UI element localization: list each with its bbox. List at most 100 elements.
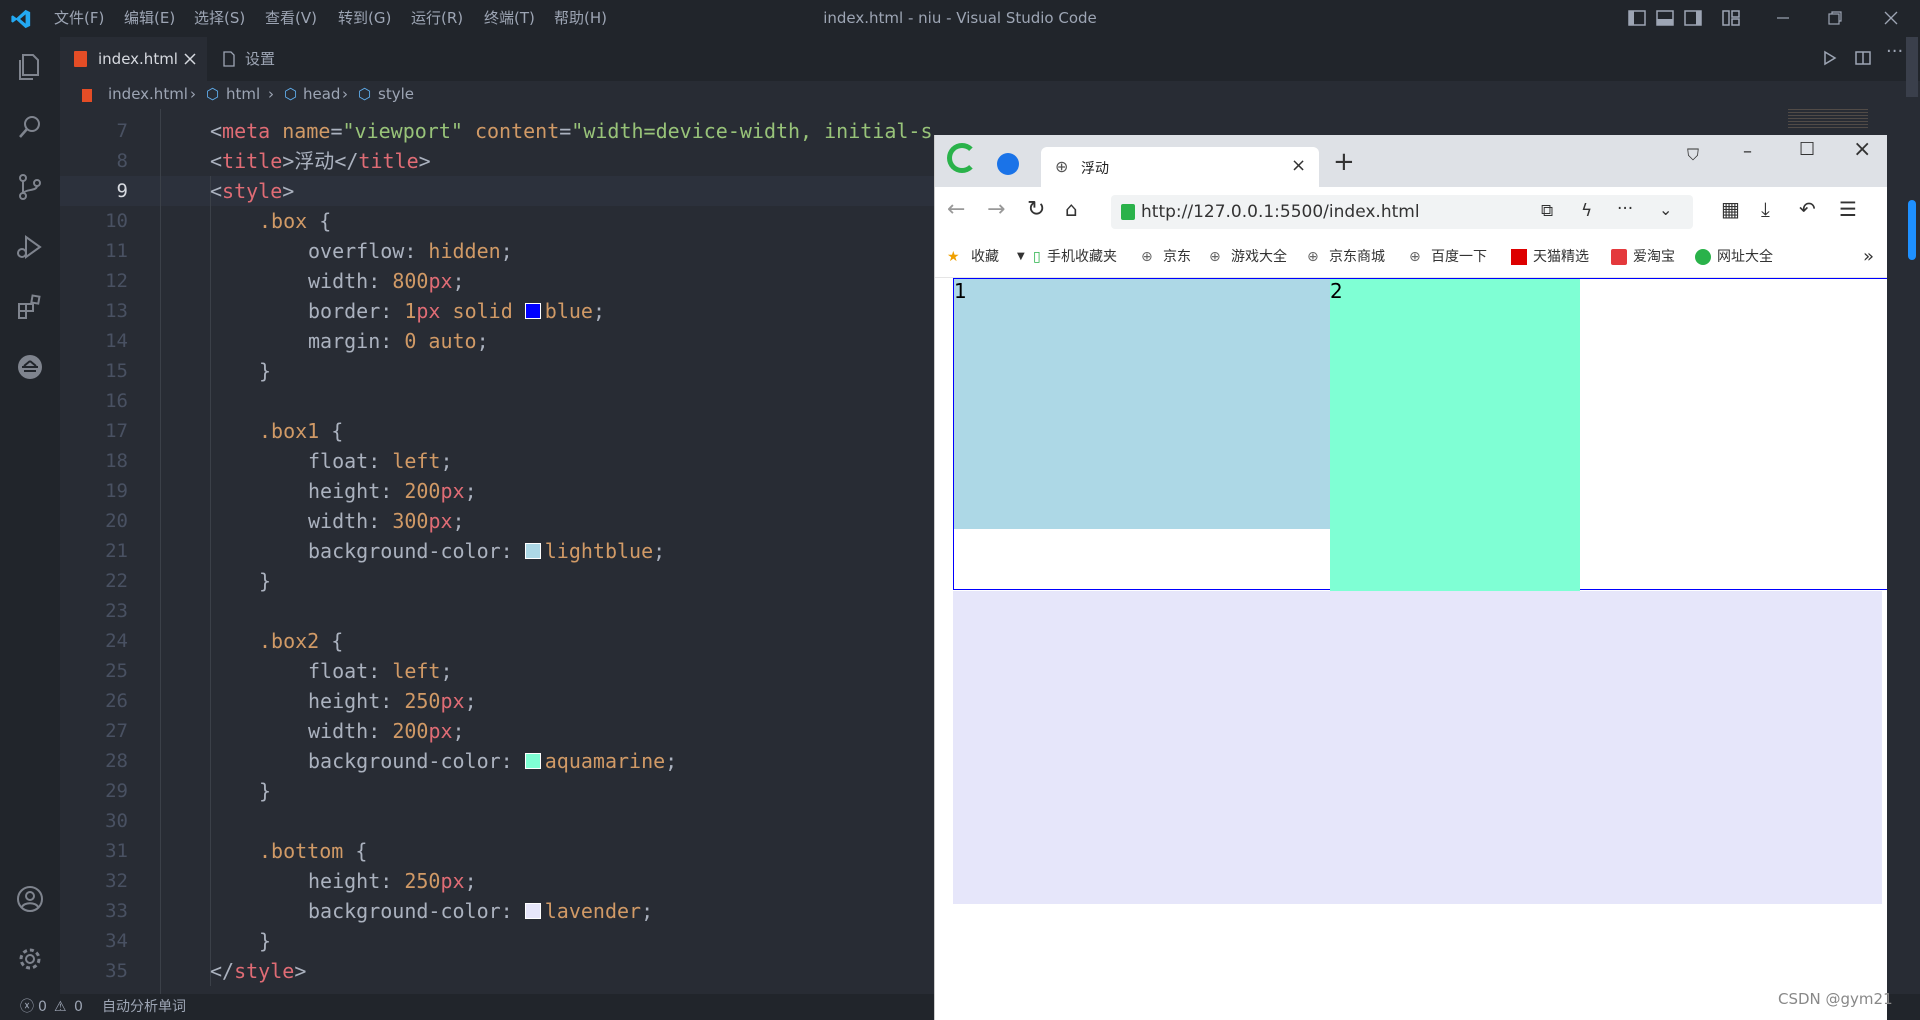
bookmark-favorites[interactable]: 收藏: [971, 237, 999, 277]
address-bar[interactable]: http://127.0.0.1:5500/index.html ⧉ ϟ ···…: [1111, 195, 1693, 229]
close-window-icon[interactable]: [1882, 9, 1900, 27]
menu-icon[interactable]: ☰: [1839, 197, 1857, 221]
more-bookmarks-icon[interactable]: »: [1863, 237, 1874, 277]
code-line-21: background-color: lightblue;: [308, 539, 666, 563]
menu-selection[interactable]: 选择(S): [194, 0, 245, 37]
account-icon[interactable]: [14, 883, 46, 915]
scrollbar-indicator[interactable]: [1908, 200, 1916, 260]
tab-label: index.html: [98, 50, 178, 68]
bookmark-directory[interactable]: 网址大全: [1717, 237, 1773, 277]
menu-terminal[interactable]: 终端(T): [484, 0, 535, 37]
menu-help[interactable]: 帮助(H): [554, 0, 607, 37]
color-swatch-blue[interactable]: [524, 303, 541, 319]
new-tab-icon[interactable]: +: [1333, 147, 1355, 177]
run-icon[interactable]: [1822, 50, 1838, 66]
bookmark-games[interactable]: 游戏大全: [1231, 237, 1287, 277]
color-swatch-lightblue[interactable]: [524, 543, 541, 559]
maximize-icon[interactable]: ☐: [1799, 139, 1815, 160]
translate-icon[interactable]: ⧉: [1541, 201, 1553, 221]
search-icon[interactable]: [14, 111, 46, 143]
code-line-17: .box1 {: [259, 419, 344, 443]
back-icon[interactable]: ←: [947, 197, 965, 222]
url-text[interactable]: http://127.0.0.1:5500/index.html: [1141, 202, 1420, 222]
menu-file[interactable]: 文件(F): [54, 0, 104, 37]
minimap[interactable]: [1788, 109, 1868, 129]
code-line-13: border: 1px solid blue;: [308, 299, 605, 323]
line-number: 9: [116, 180, 128, 202]
send-icon[interactable]: [997, 153, 1019, 175]
warning-icon[interactable]: ⚠: [54, 994, 67, 1020]
code-line-22: }: [259, 569, 272, 593]
run-debug-icon[interactable]: [14, 231, 46, 263]
shirt-icon[interactable]: ⛉: [1687, 145, 1699, 165]
color-swatch-aquamarine[interactable]: [524, 753, 541, 769]
chevron-down-icon[interactable]: ⌄: [1659, 200, 1672, 219]
reload-icon[interactable]: ↻: [1027, 197, 1045, 222]
watermark: CSDN @gym21: [1778, 990, 1893, 1008]
close-tab-icon[interactable]: ×: [1291, 155, 1306, 176]
explorer-icon[interactable]: [14, 51, 46, 83]
line-number: 8: [116, 150, 128, 172]
scrollbar-thumb[interactable]: [1906, 37, 1918, 97]
tab-index-html[interactable]: index.html: [60, 37, 207, 81]
extensions-icon[interactable]: [14, 291, 46, 323]
close-window-icon[interactable]: ×: [1853, 137, 1871, 162]
error-icon[interactable]: ⓧ: [20, 994, 34, 1020]
more-icon[interactable]: ···: [1617, 199, 1633, 219]
minimize-icon[interactable]: –: [1743, 141, 1752, 162]
line-number: 30: [105, 810, 128, 832]
restore-icon[interactable]: [1826, 9, 1844, 27]
minimize-icon[interactable]: [1774, 9, 1792, 27]
box1-label: 1: [954, 279, 967, 303]
code-editor[interactable]: 7 8 9 10 11 12 13 14 15 16 17 18 19 20 21 22 23 24 25 26 27 2…: [60, 109, 934, 994]
manage-gear-icon[interactable]: [14, 943, 46, 975]
code-line-35: </style>: [210, 959, 307, 983]
globe-icon: ⊕: [1055, 157, 1069, 176]
bookmark-jd[interactable]: 京东: [1163, 237, 1191, 277]
menu-go[interactable]: 转到(G): [338, 0, 391, 37]
toggle-sidebar-icon[interactable]: [1628, 9, 1646, 27]
tab-settings[interactable]: 设置: [207, 37, 347, 81]
remote-explorer-icon[interactable]: [14, 351, 46, 383]
chevron-right-icon: ›: [190, 85, 196, 103]
toggle-panel-icon[interactable]: [1656, 9, 1674, 27]
menu-edit[interactable]: 编辑(E): [124, 0, 175, 37]
bookmark-mobile[interactable]: 手机收藏夹: [1047, 237, 1117, 277]
bookmark-baidu[interactable]: 百度一下: [1431, 237, 1487, 277]
caret-down-icon[interactable]: ▼: [1017, 237, 1025, 277]
forward-icon[interactable]: →: [987, 197, 1005, 222]
breadcrumb-html[interactable]: html: [226, 85, 260, 103]
bookmark-tmall[interactable]: 天猫精选: [1533, 237, 1589, 277]
color-swatch-lavender[interactable]: [524, 903, 541, 919]
breadcrumb-head[interactable]: head: [303, 85, 340, 103]
customize-layout-icon[interactable]: [1722, 9, 1740, 27]
title-bar: 文件(F) 编辑(E) 选择(S) 查看(V) 转到(G) 运行(R) 终端(T…: [0, 0, 1920, 37]
bookmark-aitaobao[interactable]: 爱淘宝: [1633, 237, 1675, 277]
error-count[interactable]: 0: [38, 994, 47, 1020]
browser-tabbar: ⊕ 浮动 × + ⛉ – ☐ ×: [935, 135, 1887, 187]
browser-navbar: ← → ↻ ⌂ http://127.0.0.1:5500/index.html…: [935, 187, 1887, 237]
split-editor-icon[interactable]: [1855, 50, 1871, 66]
undo-icon[interactable]: ↶: [1799, 197, 1816, 221]
breadcrumb-file[interactable]: index.html: [108, 85, 188, 103]
toggle-secondary-sidebar-icon[interactable]: [1684, 9, 1702, 27]
close-tab-icon[interactable]: [184, 53, 196, 65]
more-actions-icon[interactable]: ···: [1886, 41, 1903, 62]
warning-count[interactable]: 0: [74, 994, 83, 1020]
line-number: 16: [105, 390, 128, 412]
download-icon[interactable]: ⤓: [1761, 197, 1770, 221]
page-viewport: 1 2: [935, 278, 1887, 1020]
bookmark-jd-mall[interactable]: 京东商城: [1329, 237, 1385, 277]
apps-grid-icon[interactable]: ▦: [1721, 197, 1740, 221]
home-icon[interactable]: ⌂: [1065, 197, 1078, 221]
lightning-icon[interactable]: ϟ: [1581, 201, 1592, 221]
line-number: 15: [105, 360, 128, 382]
menu-run[interactable]: 运行(R): [411, 0, 463, 37]
breadcrumb-style[interactable]: style: [378, 85, 414, 103]
line-number: 28: [105, 750, 128, 772]
status-text[interactable]: 自动分析单词: [102, 994, 186, 1020]
menu-view[interactable]: 查看(V): [265, 0, 317, 37]
code-line-20: width: 300px;: [308, 509, 465, 533]
source-control-icon[interactable]: [14, 171, 46, 203]
browser-tab[interactable]: ⊕ 浮动 ×: [1041, 147, 1319, 187]
